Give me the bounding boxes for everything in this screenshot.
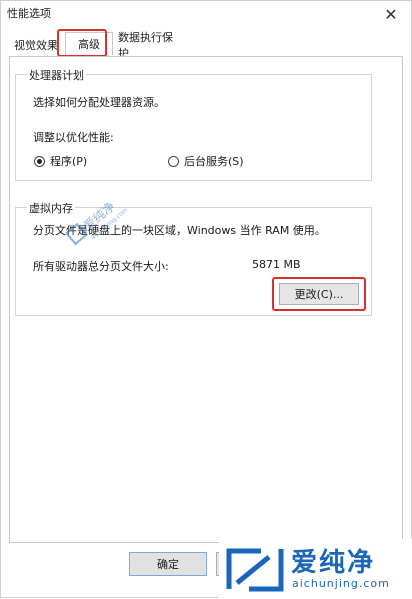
tab-visual-effects[interactable]: 视觉效果: [9, 34, 65, 55]
tab-advanced[interactable]: 高级: [65, 32, 113, 55]
title-bar: 性能选项 ✕: [1, 1, 411, 29]
radio-programs[interactable]: 程序(P): [34, 153, 87, 169]
radio-background-services-label: 后台服务(S): [184, 155, 244, 168]
window-title: 性能选项: [7, 7, 51, 20]
watermark-url-text: aichunjing.com: [292, 577, 390, 590]
virtual-memory-description: 分页文件是硬盘上的一块区域，Windows 当作 RAM 使用。: [33, 224, 326, 237]
tab-data-execution-prevention[interactable]: 数据执行保护: [113, 31, 185, 60]
processor-scheduling-title: 处理器计划: [27, 67, 86, 83]
watermark-brand-icon: [226, 548, 284, 592]
watermark-brand-text: 爱纯净: [291, 548, 376, 578]
total-paging-size-value: 5871 MB: [252, 258, 301, 271]
radio-selected-dot: [37, 158, 42, 164]
radio-background-services[interactable]: 后台服务(S): [168, 153, 244, 169]
adjust-label: 调整以优化性能:: [33, 131, 114, 144]
change-button[interactable]: 更改(C)...: [279, 283, 359, 305]
total-paging-size-label: 所有驱动器总分页文件大小:: [33, 260, 169, 273]
close-icon[interactable]: ✕: [371, 1, 411, 27]
processor-description: 选择如何分配处理器资源。: [33, 96, 165, 109]
virtual-memory-title: 虚拟内存: [27, 200, 75, 216]
radio-programs-label: 程序(P): [50, 155, 88, 168]
radio-background-services-indicator[interactable]: [168, 155, 179, 167]
performance-options-dialog: 性能选项 ✕ 视觉效果 高级 数据执行保护 处理器计划 选择如何分配处理器资源。…: [0, 0, 412, 599]
tab-strip: 视觉效果 高级 数据执行保护: [7, 31, 405, 60]
radio-programs-indicator[interactable]: [34, 155, 45, 167]
ok-button[interactable]: 确定: [129, 552, 207, 576]
